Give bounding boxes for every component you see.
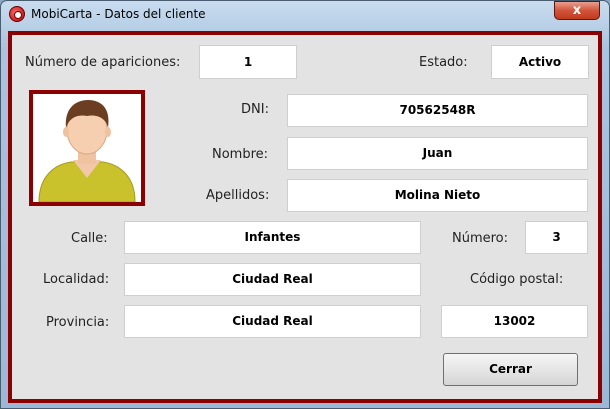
apellidos-label: Apellidos: <box>206 188 270 203</box>
provincia-label: Provincia: <box>46 315 110 330</box>
cerrar-button[interactable]: Cerrar <box>443 353 578 386</box>
dni-label: DNI: <box>241 102 269 117</box>
calle-field[interactable]: Infantes <box>124 221 421 254</box>
nombre-field[interactable]: Juan <box>287 137 588 170</box>
codigo-postal-label: Código postal: <box>470 272 564 287</box>
apariciones-field[interactable]: 1 <box>199 45 297 79</box>
apellidos-field[interactable]: Molina Nieto <box>287 179 588 212</box>
numero-label: Número: <box>452 231 509 246</box>
estado-field[interactable]: Activo <box>491 45 589 79</box>
codigo-postal-field[interactable]: 13002 <box>441 305 588 338</box>
title-bar[interactable]: MobiCarta - Datos del cliente x <box>1 1 609 27</box>
app-icon <box>9 6 25 22</box>
client-panel: Número de apariciones: 1 Estado: Activo … <box>8 31 602 403</box>
close-button[interactable]: x <box>554 1 600 20</box>
apariciones-label: Número de apariciones: <box>25 55 181 70</box>
window-title: MobiCarta - Datos del cliente <box>31 7 206 21</box>
estado-label: Estado: <box>419 55 468 70</box>
user-avatar-icon <box>29 90 145 206</box>
dni-field[interactable]: 70562548R <box>287 94 588 127</box>
numero-field[interactable]: 3 <box>525 221 588 254</box>
nombre-label: Nombre: <box>212 147 269 162</box>
localidad-label: Localidad: <box>43 272 110 287</box>
localidad-field[interactable]: Ciudad Real <box>124 263 421 296</box>
dialog-window: MobiCarta - Datos del cliente x Número d… <box>0 0 610 409</box>
calle-label: Calle: <box>71 231 108 246</box>
provincia-field[interactable]: Ciudad Real <box>124 305 421 338</box>
avatar-illustration <box>33 94 141 202</box>
